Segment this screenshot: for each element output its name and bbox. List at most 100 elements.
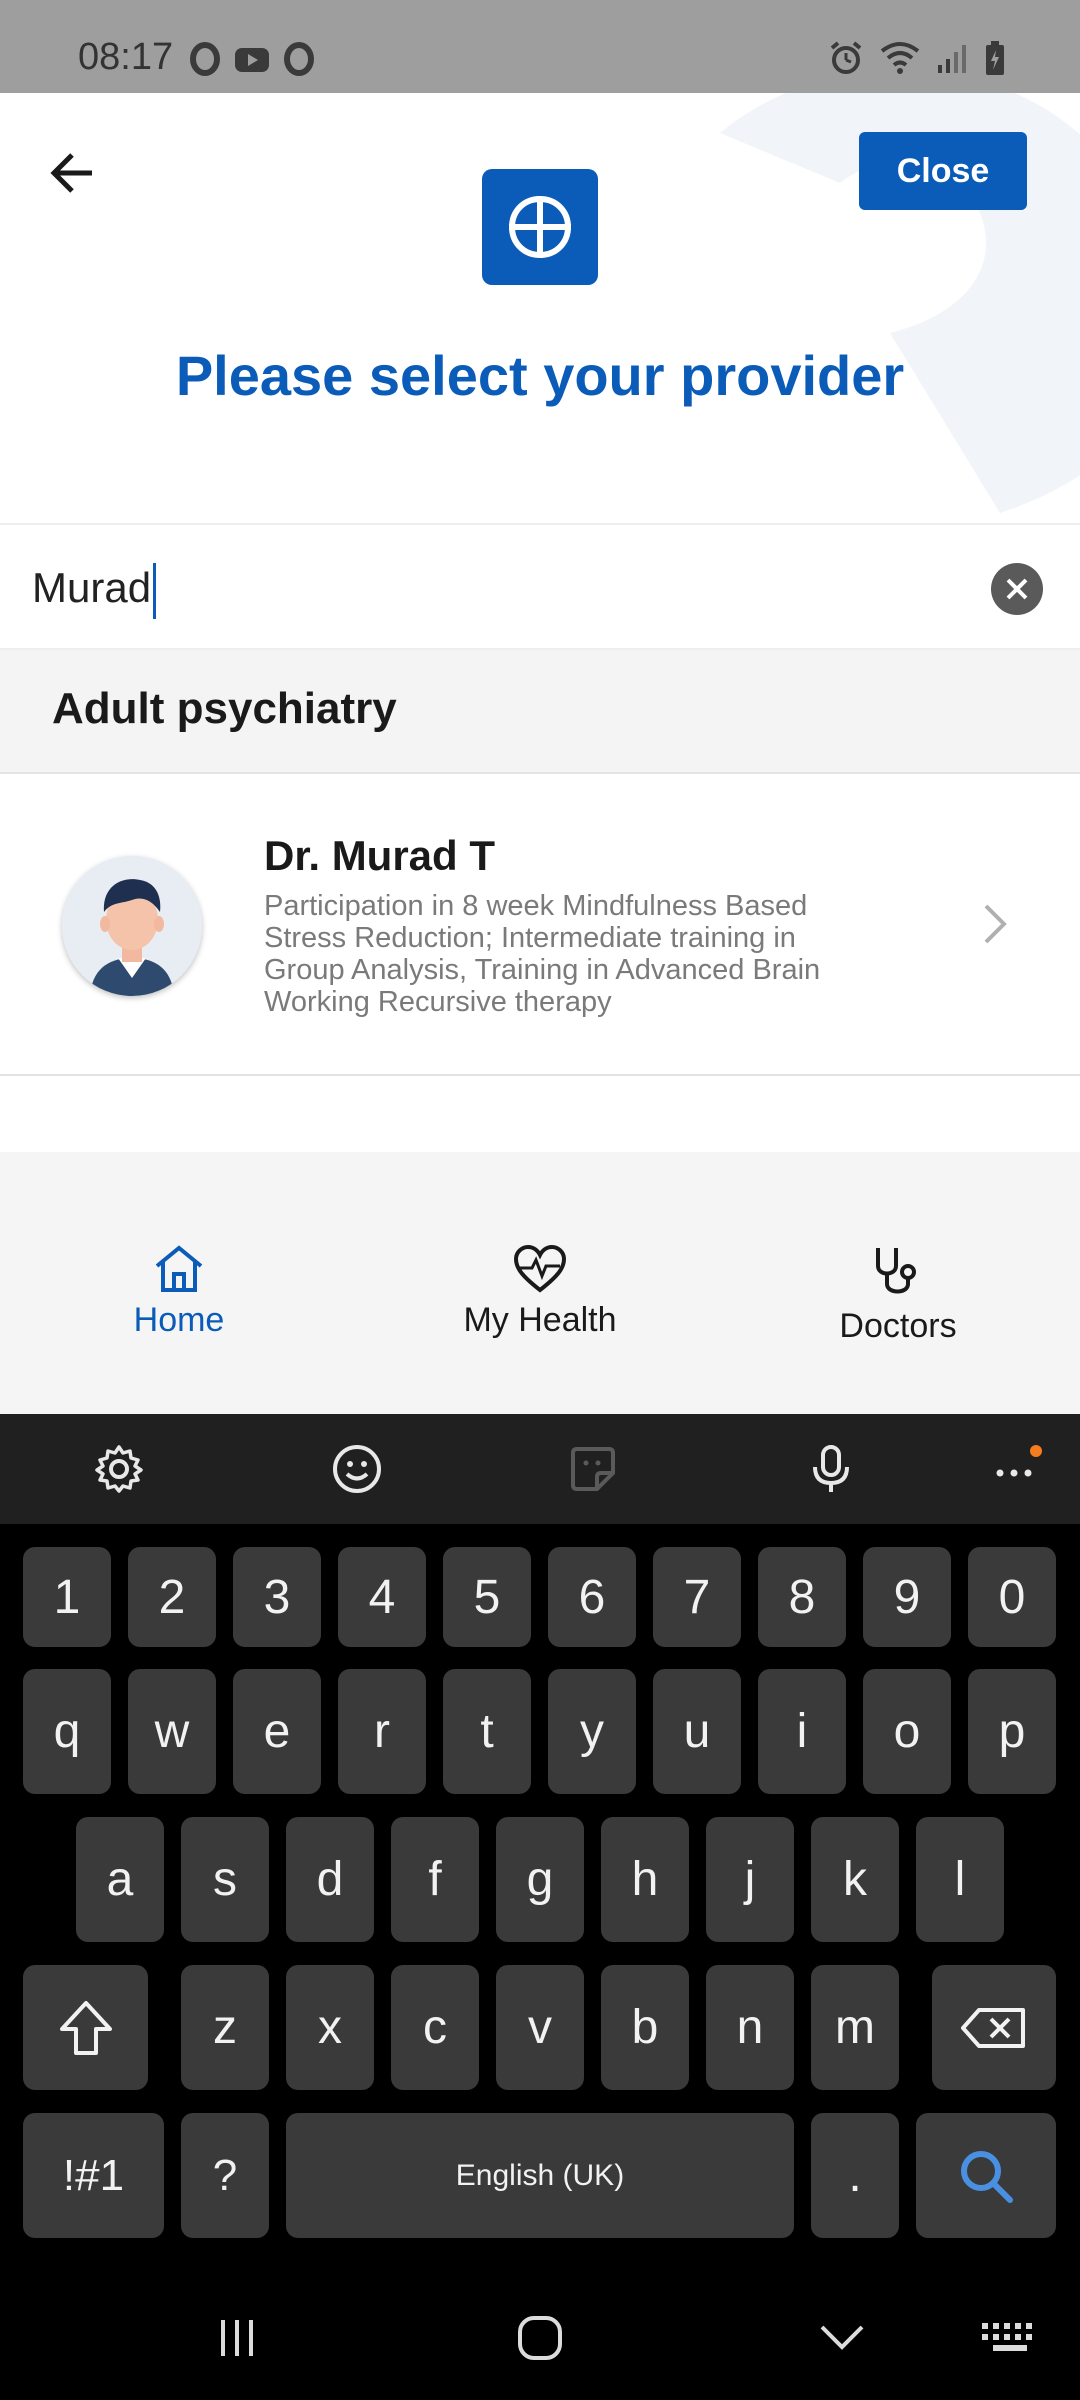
key-d[interactable]: d <box>286 1817 374 1942</box>
provider-name: Dr. Murad T <box>264 832 496 879</box>
category-label: Adult psychiatry <box>52 684 397 733</box>
list-spacer <box>0 1076 1080 1152</box>
key-v[interactable]: v <box>496 1965 584 2090</box>
symbols-key[interactable]: !#1 <box>23 2113 164 2238</box>
key-n[interactable]: n <box>706 1965 794 2090</box>
search-key[interactable] <box>916 2113 1056 2238</box>
key-p[interactable]: p <box>968 1669 1056 1794</box>
key-q[interactable]: q <box>23 1669 111 1794</box>
close-button[interactable]: Close <box>859 132 1027 210</box>
back-button[interactable] <box>42 143 102 203</box>
key-j[interactable]: j <box>706 1817 794 1942</box>
search-input[interactable]: Murad <box>0 523 1080 650</box>
opera-icon <box>284 42 314 76</box>
key-l[interactable]: l <box>916 1817 1004 1942</box>
doctor-avatar-icon <box>62 856 202 996</box>
provider-list-item[interactable]: Dr. Murad T Participation in 8 week Mind… <box>0 774 1080 1076</box>
key-m[interactable]: m <box>811 1965 899 2090</box>
status-time: 08:17 <box>78 36 174 78</box>
shift-key[interactable] <box>23 1965 148 2090</box>
notification-dot <box>1030 1445 1042 1457</box>
key-3[interactable]: 3 <box>233 1547 321 1647</box>
key-5[interactable]: 5 <box>443 1547 531 1647</box>
provider-description-line: Group Analysis, Training in Advanced Bra… <box>264 954 821 986</box>
key-h[interactable]: h <box>601 1817 689 1942</box>
home-system-button[interactable] <box>500 2308 580 2368</box>
app-logo <box>482 169 598 285</box>
key-7[interactable]: 7 <box>653 1547 741 1647</box>
home-circle-icon <box>518 2316 562 2360</box>
question-key[interactable]: ? <box>181 2113 269 2238</box>
key-8[interactable]: 8 <box>758 1547 846 1647</box>
key-w[interactable]: w <box>128 1669 216 1794</box>
keyboard-toolbar <box>0 1414 1080 1524</box>
battery-icon <box>986 41 1004 75</box>
key-4[interactable]: 4 <box>338 1547 426 1647</box>
provider-avatar <box>62 856 202 996</box>
clear-search-button[interactable] <box>991 563 1043 615</box>
microphone-icon <box>813 1445 849 1492</box>
screen: 08:17 Close Please select your provider … <box>0 0 1080 2400</box>
search-input-wrapper[interactable]: Murad <box>32 563 157 619</box>
key-f[interactable]: f <box>391 1817 479 1942</box>
system-icons <box>828 40 1006 76</box>
chevron-right-icon <box>984 904 1007 944</box>
keyboard-switch-button[interactable] <box>970 2308 1050 2368</box>
key-t[interactable]: t <box>443 1669 531 1794</box>
header: Close Please select your provider <box>0 93 1080 523</box>
key-2[interactable]: 2 <box>128 1547 216 1647</box>
logo-icon <box>508 195 572 259</box>
key-z[interactable]: z <box>181 1965 269 2090</box>
space-key[interactable]: English (UK) <box>286 2113 794 2238</box>
recent-apps-button[interactable] <box>197 2308 277 2368</box>
key-0[interactable]: 0 <box>968 1547 1056 1647</box>
wifi-icon <box>880 42 920 74</box>
keyboard-icon <box>982 2323 1032 2351</box>
key-i[interactable]: i <box>758 1669 846 1794</box>
key-r[interactable]: r <box>338 1669 426 1794</box>
more-options-button[interactable] <box>988 1441 1044 1497</box>
nav-item-doctors[interactable]: Doctors <box>798 1244 998 1346</box>
key-y[interactable]: y <box>548 1669 636 1794</box>
system-navigation-bar <box>0 2266 1080 2400</box>
backspace-key[interactable] <box>932 1965 1056 2090</box>
voice-input-button[interactable] <box>803 1441 859 1497</box>
key-a[interactable]: a <box>76 1817 164 1942</box>
key-e[interactable]: e <box>233 1669 321 1794</box>
recent-apps-icon <box>221 2320 253 2356</box>
provider-description: Participation in 8 week Mindfulness Base… <box>264 890 904 1018</box>
heart-pulse-icon <box>513 1244 567 1293</box>
search-value: Murad <box>32 564 152 612</box>
key-6[interactable]: 6 <box>548 1547 636 1647</box>
emoji-button[interactable] <box>329 1441 385 1497</box>
key-9[interactable]: 9 <box>863 1547 951 1647</box>
key-o[interactable]: o <box>863 1669 951 1794</box>
notification-icons <box>190 42 314 76</box>
key-x[interactable]: x <box>286 1965 374 2090</box>
opera-icon <box>190 42 220 76</box>
alarm-icon <box>830 41 862 74</box>
provider-description-line: Participation in 8 week Mindfulness Base… <box>264 890 808 922</box>
stethoscope-icon <box>876 1248 916 1294</box>
key-b[interactable]: b <box>601 1965 689 2090</box>
key-1[interactable]: 1 <box>23 1547 111 1647</box>
status-bar: 08:17 <box>0 0 1080 93</box>
more-horizontal-icon <box>996 1445 1042 1477</box>
key-g[interactable]: g <box>496 1817 584 1942</box>
sticker-icon <box>571 1447 615 1491</box>
nav-item-home[interactable]: Home <box>79 1244 279 1340</box>
soft-keyboard: 1 2 3 4 5 6 7 8 9 0 q w e r t y u i o p … <box>0 1414 1080 2400</box>
nav-item-my-health[interactable]: My Health <box>440 1244 640 1340</box>
keyboard-settings-button[interactable] <box>91 1441 147 1497</box>
key-k[interactable]: k <box>811 1817 899 1942</box>
search-icon <box>961 2150 1013 2203</box>
sticker-button[interactable] <box>565 1441 621 1497</box>
key-c[interactable]: c <box>391 1965 479 2090</box>
key-s[interactable]: s <box>181 1817 269 1942</box>
text-caret <box>153 563 157 619</box>
emoji-icon <box>333 1445 381 1493</box>
backspace-icon <box>961 2007 1025 2048</box>
hide-keyboard-button[interactable] <box>802 2308 882 2368</box>
key-u[interactable]: u <box>653 1669 741 1794</box>
period-key[interactable]: . <box>811 2113 899 2238</box>
